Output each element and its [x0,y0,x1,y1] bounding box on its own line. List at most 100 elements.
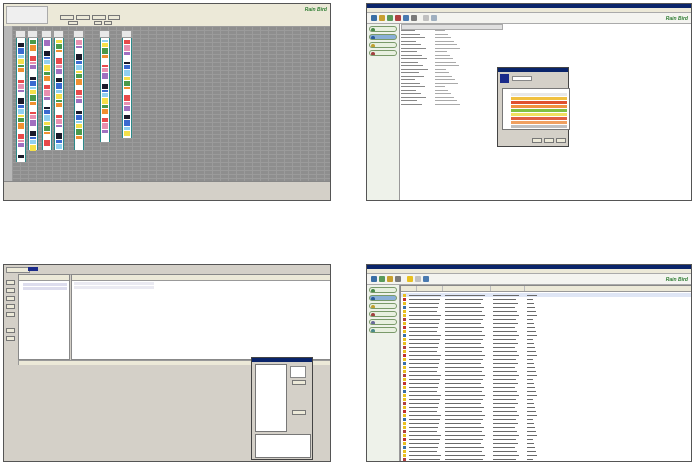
site-selector[interactable] [28,267,38,271]
schedule-block[interactable] [30,115,36,119]
schedule-block[interactable] [56,108,62,114]
color-table-row[interactable] [511,93,567,96]
event-log-table[interactable] [400,285,691,461]
schedule-block[interactable] [56,83,62,89]
help-icon[interactable] [431,15,437,21]
schedule-block[interactable] [102,134,108,139]
list-item[interactable] [23,287,67,290]
option-button-4[interactable] [108,15,120,20]
date-field[interactable] [68,21,78,25]
prev-button[interactable] [104,21,112,25]
schedule-block[interactable] [18,80,24,83]
dialog-cancel-button[interactable] [544,138,554,143]
schedule-block[interactable] [102,115,108,117]
schedule-block[interactable] [30,62,36,64]
schedule-block[interactable] [76,79,82,85]
schedule-block[interactable] [124,102,130,105]
schedule-block[interactable] [44,40,50,46]
dialog-option-box[interactable] [290,366,306,378]
schedule-block[interactable] [44,51,50,56]
column-header[interactable] [525,286,691,291]
schedule-block[interactable] [18,90,24,92]
side-button-7[interactable] [6,336,15,341]
schedule-block[interactable] [124,81,130,86]
side-button-3[interactable] [6,296,15,301]
schedule-block[interactable] [18,73,24,79]
schedule-block[interactable] [76,121,82,123]
station-column-header[interactable] [73,30,84,38]
schedule-block[interactable] [102,59,108,64]
schedule-block[interactable] [76,140,82,145]
column-header[interactable] [417,286,443,291]
option-button-1[interactable] [60,15,74,20]
schedule-block[interactable] [44,126,50,131]
dialog-ok-button[interactable] [532,138,542,143]
schedule-block[interactable] [18,109,24,114]
schedule-block[interactable] [124,52,130,55]
column-header[interactable] [401,286,417,291]
schedule-block[interactable] [56,69,62,74]
schedule-block[interactable] [30,137,36,139]
schedule-block[interactable] [102,48,108,54]
schedule-block[interactable] [76,129,82,135]
schedule-block[interactable] [30,81,36,86]
schedule-block[interactable] [76,86,82,89]
schedule-block[interactable] [76,99,82,103]
schedule-block[interactable] [44,47,50,50]
schedule-block[interactable] [18,140,24,142]
schedule-block[interactable] [44,85,50,89]
station-column-header[interactable] [27,30,38,38]
station-column-header[interactable] [53,30,64,38]
open-icon[interactable] [387,276,393,282]
option-button-3[interactable] [92,15,106,20]
schedule-block[interactable] [76,40,82,45]
color-table-row[interactable] [511,125,567,128]
nav-button-4[interactable] [369,311,397,317]
schedule-block[interactable] [124,62,130,64]
schedule-block[interactable] [30,120,36,126]
schedule-block[interactable] [124,120,130,126]
chart-icon[interactable] [423,276,429,282]
dialog-close-button[interactable] [292,410,306,415]
side-button-2[interactable] [6,288,15,293]
color-table-row[interactable] [511,97,567,100]
schedule-block[interactable] [18,98,24,104]
schedule-block[interactable] [124,40,130,44]
schedule-block[interactable] [56,65,62,68]
nav-button-4[interactable] [369,50,397,56]
schedule-block[interactable] [30,106,36,111]
color-table-row[interactable] [511,105,567,108]
schedule-block[interactable] [102,40,108,42]
side-button-5[interactable] [6,312,15,317]
schedule-block[interactable] [124,112,130,114]
station-column[interactable] [16,38,26,162]
schedule-block[interactable] [44,107,50,109]
schedule-block[interactable] [30,102,36,105]
schedule-block[interactable] [102,55,108,58]
color-table-row[interactable] [511,113,567,116]
next-button[interactable] [94,21,102,25]
save-icon[interactable] [371,276,377,282]
schedule-block[interactable] [56,53,62,57]
table-row[interactable] [401,457,691,461]
station-grid[interactable] [71,274,330,360]
schedule-block[interactable] [56,100,62,102]
color-table-row[interactable] [511,109,567,112]
dialog-help-button[interactable] [556,138,566,143]
schedule-block[interactable] [44,65,50,71]
schedule-block[interactable] [124,65,130,69]
schedule-block[interactable] [18,93,24,97]
schedule-block[interactable] [102,118,108,122]
schedule-block[interactable] [56,90,62,93]
open-icon[interactable] [379,15,385,21]
schedule-block[interactable] [18,148,24,154]
schedule-block[interactable] [76,54,82,60]
schedule-block[interactable] [56,58,62,64]
schedule-block[interactable] [102,73,108,79]
schedule-block[interactable] [124,127,130,130]
alert-icon[interactable] [407,276,413,282]
schedule-block[interactable] [56,94,62,99]
schedule-block[interactable] [76,96,82,98]
station-column-header[interactable] [41,30,52,38]
controller-list[interactable] [18,274,70,360]
